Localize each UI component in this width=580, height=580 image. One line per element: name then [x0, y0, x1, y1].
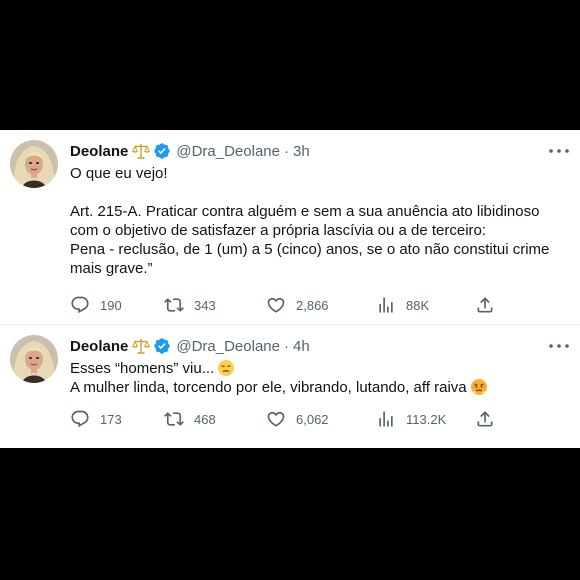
- tweet-line: Art. 215-A. Praticar contra alguém e sem…: [70, 203, 540, 220]
- share-icon: [477, 411, 493, 427]
- tweet-line: com o objetivo de satisfazer a própria l…: [70, 222, 487, 239]
- like-count: 2,866: [296, 297, 329, 313]
- scale-icon: [132, 143, 151, 159]
- like-button[interactable]: 6,062: [266, 409, 329, 429]
- reply-button[interactable]: 190: [70, 295, 122, 315]
- retweet-icon: [164, 298, 184, 312]
- retweet-count: 343: [194, 297, 216, 313]
- views-button[interactable]: 113.2K: [376, 409, 446, 429]
- separator-dot: ·: [283, 142, 289, 160]
- tweet-1[interactable]: Deolane @Dra_Deolane · 3h O que eu vejo!…: [0, 130, 580, 325]
- tweet-line: O que eu vejo!: [70, 165, 168, 182]
- tweet-header: Deolane @Dra_Deolane · 3h: [70, 141, 310, 161]
- reply-icon: [71, 410, 89, 428]
- tweet-line-text: Esses “homens” viu...: [70, 360, 215, 377]
- verified-badge-icon[interactable]: [153, 337, 171, 355]
- heart-icon: [267, 297, 285, 313]
- views-icon: [379, 297, 393, 313]
- timestamp[interactable]: 3h: [293, 143, 310, 160]
- reply-icon: [71, 296, 89, 314]
- tweet-line: A mulher linda, torcendo por ele, vibran…: [70, 378, 570, 397]
- tweet-actions: 190 343 2,866 88K: [70, 294, 510, 316]
- more-options-icon[interactable]: [548, 337, 570, 355]
- reply-count: 173: [100, 411, 122, 427]
- views-button[interactable]: 88K: [376, 295, 429, 315]
- verified-badge-icon[interactable]: [153, 142, 171, 160]
- like-button[interactable]: 2,866: [266, 295, 329, 315]
- tweet-line: mais grave.”: [70, 260, 153, 277]
- retweet-icon: [164, 412, 184, 426]
- like-count: 6,062: [296, 411, 329, 427]
- heart-icon: [267, 411, 285, 427]
- tweet-line: Esses “homens” viu...: [70, 359, 570, 378]
- view-count: 113.2K: [406, 411, 447, 427]
- tweet-line: [70, 183, 570, 202]
- angry-face-emoji: [470, 379, 487, 395]
- retweet-count: 468: [194, 411, 216, 427]
- tweet-line: Pena - reclusão, de 1 (um) a 5 (cinco) a…: [70, 241, 550, 258]
- views-icon: [379, 411, 393, 427]
- tweet-actions: 173 468 6,062 113.2K: [70, 408, 510, 430]
- avatar[interactable]: [10, 140, 58, 188]
- timestamp[interactable]: 4h: [293, 338, 310, 355]
- share-button[interactable]: [475, 295, 495, 315]
- author-handle[interactable]: @Dra_Deolane: [176, 143, 280, 160]
- tweet-text: O que eu vejo! Art. 215-A. Praticar cont…: [70, 164, 570, 278]
- author-name[interactable]: Deolane: [70, 143, 128, 160]
- reply-count: 190: [100, 297, 122, 313]
- tweets-panel: Deolane @Dra_Deolane · 3h O que eu vejo!…: [0, 130, 580, 448]
- avatar[interactable]: [10, 335, 58, 383]
- tweet-header: Deolane @Dra_Deolane · 4h: [70, 336, 310, 356]
- scale-icon: [132, 338, 151, 354]
- separator-dot: ·: [283, 337, 289, 355]
- retweet-button[interactable]: 468: [164, 409, 216, 429]
- view-count: 88K: [406, 297, 430, 313]
- reply-button[interactable]: 173: [70, 409, 122, 429]
- unamused-face-emoji: [218, 360, 235, 376]
- more-options-icon[interactable]: [548, 142, 570, 160]
- share-button[interactable]: [475, 409, 495, 429]
- author-name[interactable]: Deolane: [70, 338, 128, 355]
- author-handle[interactable]: @Dra_Deolane: [176, 338, 280, 355]
- share-icon: [477, 297, 493, 313]
- tweet-text: Esses “homens” viu... A mulher linda, to…: [70, 359, 570, 397]
- tweet-line-text: A mulher linda, torcendo por ele, vibran…: [70, 379, 467, 396]
- retweet-button[interactable]: 343: [164, 295, 216, 315]
- tweet-2[interactable]: Deolane @Dra_Deolane · 4h Esses “homens”…: [0, 325, 580, 448]
